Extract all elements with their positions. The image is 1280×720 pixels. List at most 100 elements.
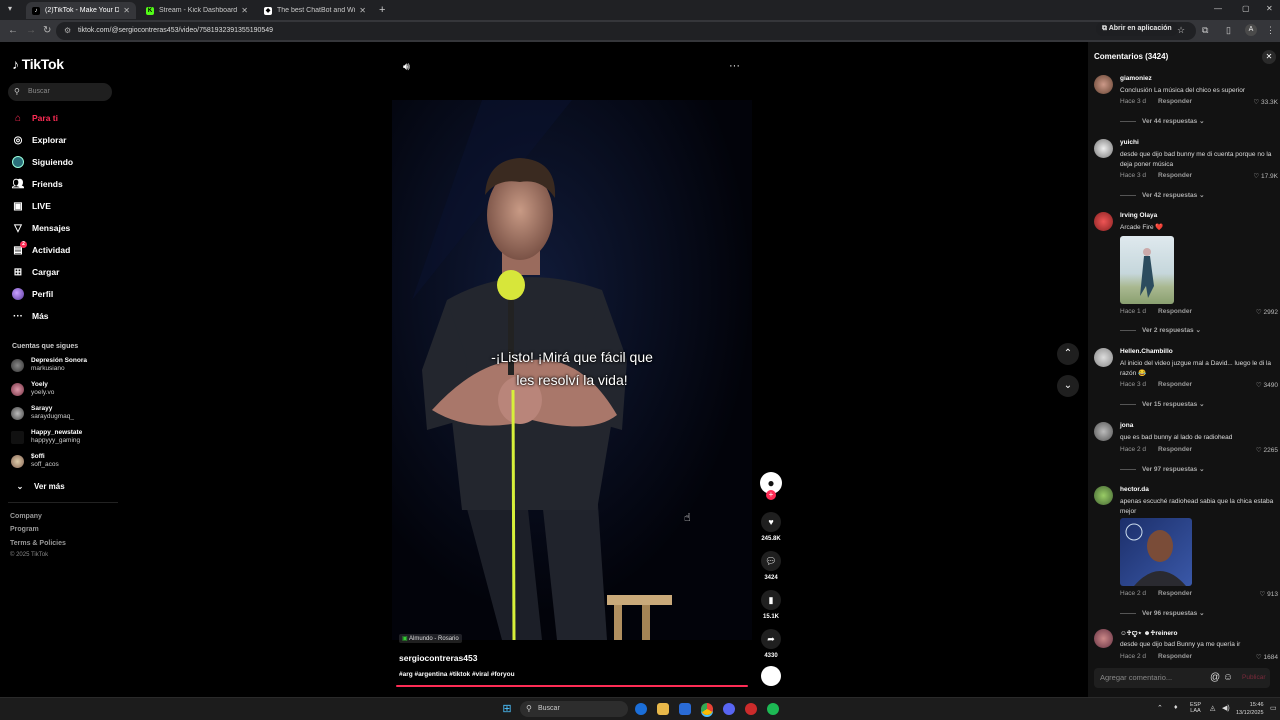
spotify-icon[interactable] — [767, 703, 779, 715]
edge-icon[interactable] — [635, 703, 647, 715]
bookmark-star-icon[interactable]: ☆ — [1177, 25, 1185, 36]
see-more-button[interactable]: ⌄ Ver más — [14, 478, 119, 494]
view-replies-button[interactable]: Ver 2 respuestas ⌄ — [1120, 326, 1201, 334]
close-tab-icon[interactable]: ✕ — [359, 6, 366, 15]
view-replies-button[interactable]: Ver 96 respuestas ⌄ — [1120, 609, 1205, 617]
comment-username[interactable]: hector.da — [1120, 486, 1149, 493]
tiktok-logo[interactable]: ♪ TikTok — [12, 56, 64, 72]
search-input[interactable]: ⚲ Buscar — [8, 83, 112, 101]
forward-icon[interactable]: → — [26, 25, 36, 36]
avatar[interactable] — [1094, 348, 1113, 367]
profile-avatar[interactable]: A — [1245, 24, 1257, 36]
extensions-icon[interactable]: ⧉ — [1202, 25, 1208, 36]
nav-mas[interactable]: ··· Más — [12, 308, 117, 324]
mail-icon[interactable] — [679, 703, 691, 715]
reload-icon[interactable]: ↻ — [43, 25, 51, 36]
comment-username[interactable]: ☺︎♱ꨄ︎⋆ ☻︎♱reinero — [1120, 629, 1177, 638]
tray-network-icon[interactable]: ♦ — [1174, 704, 1178, 711]
comment-button[interactable]: 💬︎ 3424 — [760, 551, 782, 581]
open-in-app-button[interactable]: ⧉ Abrir en aplicación — [1096, 22, 1178, 36]
volume-icon[interactable]: 🔊︎ — [403, 61, 410, 74]
reply-button[interactable]: Responder — [1158, 590, 1192, 597]
back-icon[interactable]: ← — [8, 25, 18, 36]
next-video-button[interactable]: ⌄ — [1057, 375, 1079, 397]
comment-username[interactable]: yuichi — [1120, 139, 1139, 146]
author-avatar-button[interactable]: ● + — [760, 472, 782, 500]
sidepanel-icon[interactable]: ▯ — [1226, 25, 1231, 36]
comment-username[interactable]: giamoniez — [1120, 75, 1152, 82]
menu-kebab-icon[interactable]: ⋮ — [1266, 25, 1275, 36]
reply-button[interactable]: Responder — [1158, 446, 1192, 453]
more-options-icon[interactable]: ··· — [729, 60, 740, 72]
avatar[interactable] — [1094, 212, 1113, 231]
nav-friends[interactable]: 👥︎ Friends — [12, 176, 117, 192]
nav-siguiendo[interactable]: Siguiendo — [12, 154, 117, 170]
close-tab-icon[interactable]: ✕ — [123, 6, 130, 15]
close-tab-icon[interactable]: ✕ — [241, 6, 248, 15]
avatar[interactable] — [1094, 486, 1113, 505]
like-button[interactable]: ♥ 245.8K — [760, 512, 782, 542]
follow-plus-icon[interactable]: + — [766, 490, 776, 500]
avatar[interactable] — [1094, 629, 1113, 648]
language-indicator[interactable]: ESP LAA — [1190, 702, 1201, 714]
view-replies-button[interactable]: Ver 42 respuestas ⌄ — [1120, 191, 1205, 199]
nav-actividad[interactable]: ▤ 2 Actividad — [12, 241, 117, 258]
comment-username[interactable]: Irving Olaya — [1120, 212, 1157, 219]
video-hashtags[interactable]: #arg #argentina #tiktok #viral #foryou — [399, 671, 515, 678]
view-replies-button[interactable]: Ver 44 respuestas ⌄ — [1120, 117, 1205, 125]
tab-kick[interactable]: K Stream - Kick Dashboard ✕ — [140, 2, 254, 19]
footer-link-program[interactable]: Program — [10, 526, 39, 533]
comment-username[interactable]: jona — [1120, 422, 1133, 429]
tab-chatbot[interactable]: ◆ The best ChatBot and Widgets ✕ — [258, 2, 372, 19]
previous-video-button[interactable]: ⌃ — [1057, 343, 1079, 365]
taskbar-search[interactable]: ⚲ Buscar — [520, 701, 628, 717]
volume-icon[interactable]: ◀) — [1222, 704, 1230, 712]
avatar[interactable] — [1094, 139, 1113, 158]
following-item[interactable]: $offi soff_acos — [11, 451, 59, 471]
close-window-button[interactable]: ✕ — [1266, 4, 1273, 13]
comment-image[interactable] — [1120, 518, 1192, 586]
tab-tiktok[interactable]: ♪ (2)TikTok - Make Your Day ✕ — [26, 2, 136, 19]
video-author[interactable]: sergiocontreras453 — [399, 653, 477, 663]
comment-input[interactable]: Agregar comentario... @ ☺ Publicar — [1094, 668, 1270, 688]
reply-button[interactable]: Responder — [1158, 653, 1192, 660]
nav-perfil[interactable]: Perfil — [12, 286, 117, 302]
following-item[interactable]: Happy_newstate happyyy_gaming — [11, 427, 82, 447]
post-comment-button[interactable]: Publicar — [1242, 668, 1265, 688]
comment-like-button[interactable]: ♡ 2992 — [1256, 308, 1278, 316]
video-player[interactable]: -¡Listo! ¡Mirá que fácil que les resolví… — [392, 100, 752, 640]
footer-link-terms[interactable]: Terms & Policies — [10, 540, 66, 547]
avatar[interactable] — [1094, 422, 1113, 441]
nav-para-ti[interactable]: ⌂ Para ti — [12, 110, 117, 126]
maximize-button[interactable]: ▢ — [1242, 4, 1250, 13]
view-replies-button[interactable]: Ver 15 respuestas ⌄ — [1120, 400, 1205, 408]
following-item[interactable]: Depresión Sonora markusiano — [11, 355, 87, 375]
comment-like-button[interactable]: ♡ 17.9K — [1253, 172, 1278, 180]
url-field[interactable]: ⚙ tiktok.com/@sergiocontreras453/video/7… — [56, 22, 1196, 40]
reply-button[interactable]: Responder — [1158, 308, 1192, 315]
comment-like-button[interactable]: ♡ 1684 — [1256, 653, 1278, 661]
footer-link-company[interactable]: Company — [10, 513, 42, 520]
comment-username[interactable]: Hellen.Chambillo — [1120, 348, 1173, 355]
mention-emoji-icons[interactable]: @ ☺ — [1210, 668, 1233, 688]
view-replies-button[interactable]: Ver 97 respuestas ⌄ — [1120, 465, 1205, 473]
following-item[interactable]: Sarayy saraydugmaq_ — [11, 403, 74, 423]
nav-explorar[interactable]: ◎ Explorar — [12, 132, 117, 148]
close-comments-button[interactable]: ✕ — [1262, 50, 1276, 64]
wifi-icon[interactable]: ◬ — [1210, 704, 1215, 712]
location-tag[interactable]: ▣ Almundo - Rosario — [399, 634, 462, 643]
nav-cargar[interactable]: ⊞ Cargar — [12, 264, 117, 280]
share-button[interactable]: ➦ 4330 — [760, 629, 782, 659]
site-info-icon[interactable]: ⚙ — [64, 22, 71, 40]
comment-like-button[interactable]: ♡ 913 — [1260, 590, 1279, 598]
avatar[interactable] — [1094, 75, 1113, 94]
save-button[interactable]: ▮ 15.1K — [760, 590, 782, 620]
nav-mensajes[interactable]: ▽ Mensajes — [12, 220, 117, 236]
windows-start-icon[interactable]: ⊞ — [501, 703, 513, 715]
app-icon[interactable] — [745, 703, 757, 715]
comment-image[interactable] — [1120, 236, 1174, 304]
comment-like-button[interactable]: ♡ 2265 — [1256, 446, 1278, 454]
reply-button[interactable]: Responder — [1158, 172, 1192, 179]
tab-search-icon[interactable]: ▾ — [8, 4, 12, 13]
comment-like-button[interactable]: ♡ 3490 — [1256, 381, 1278, 389]
